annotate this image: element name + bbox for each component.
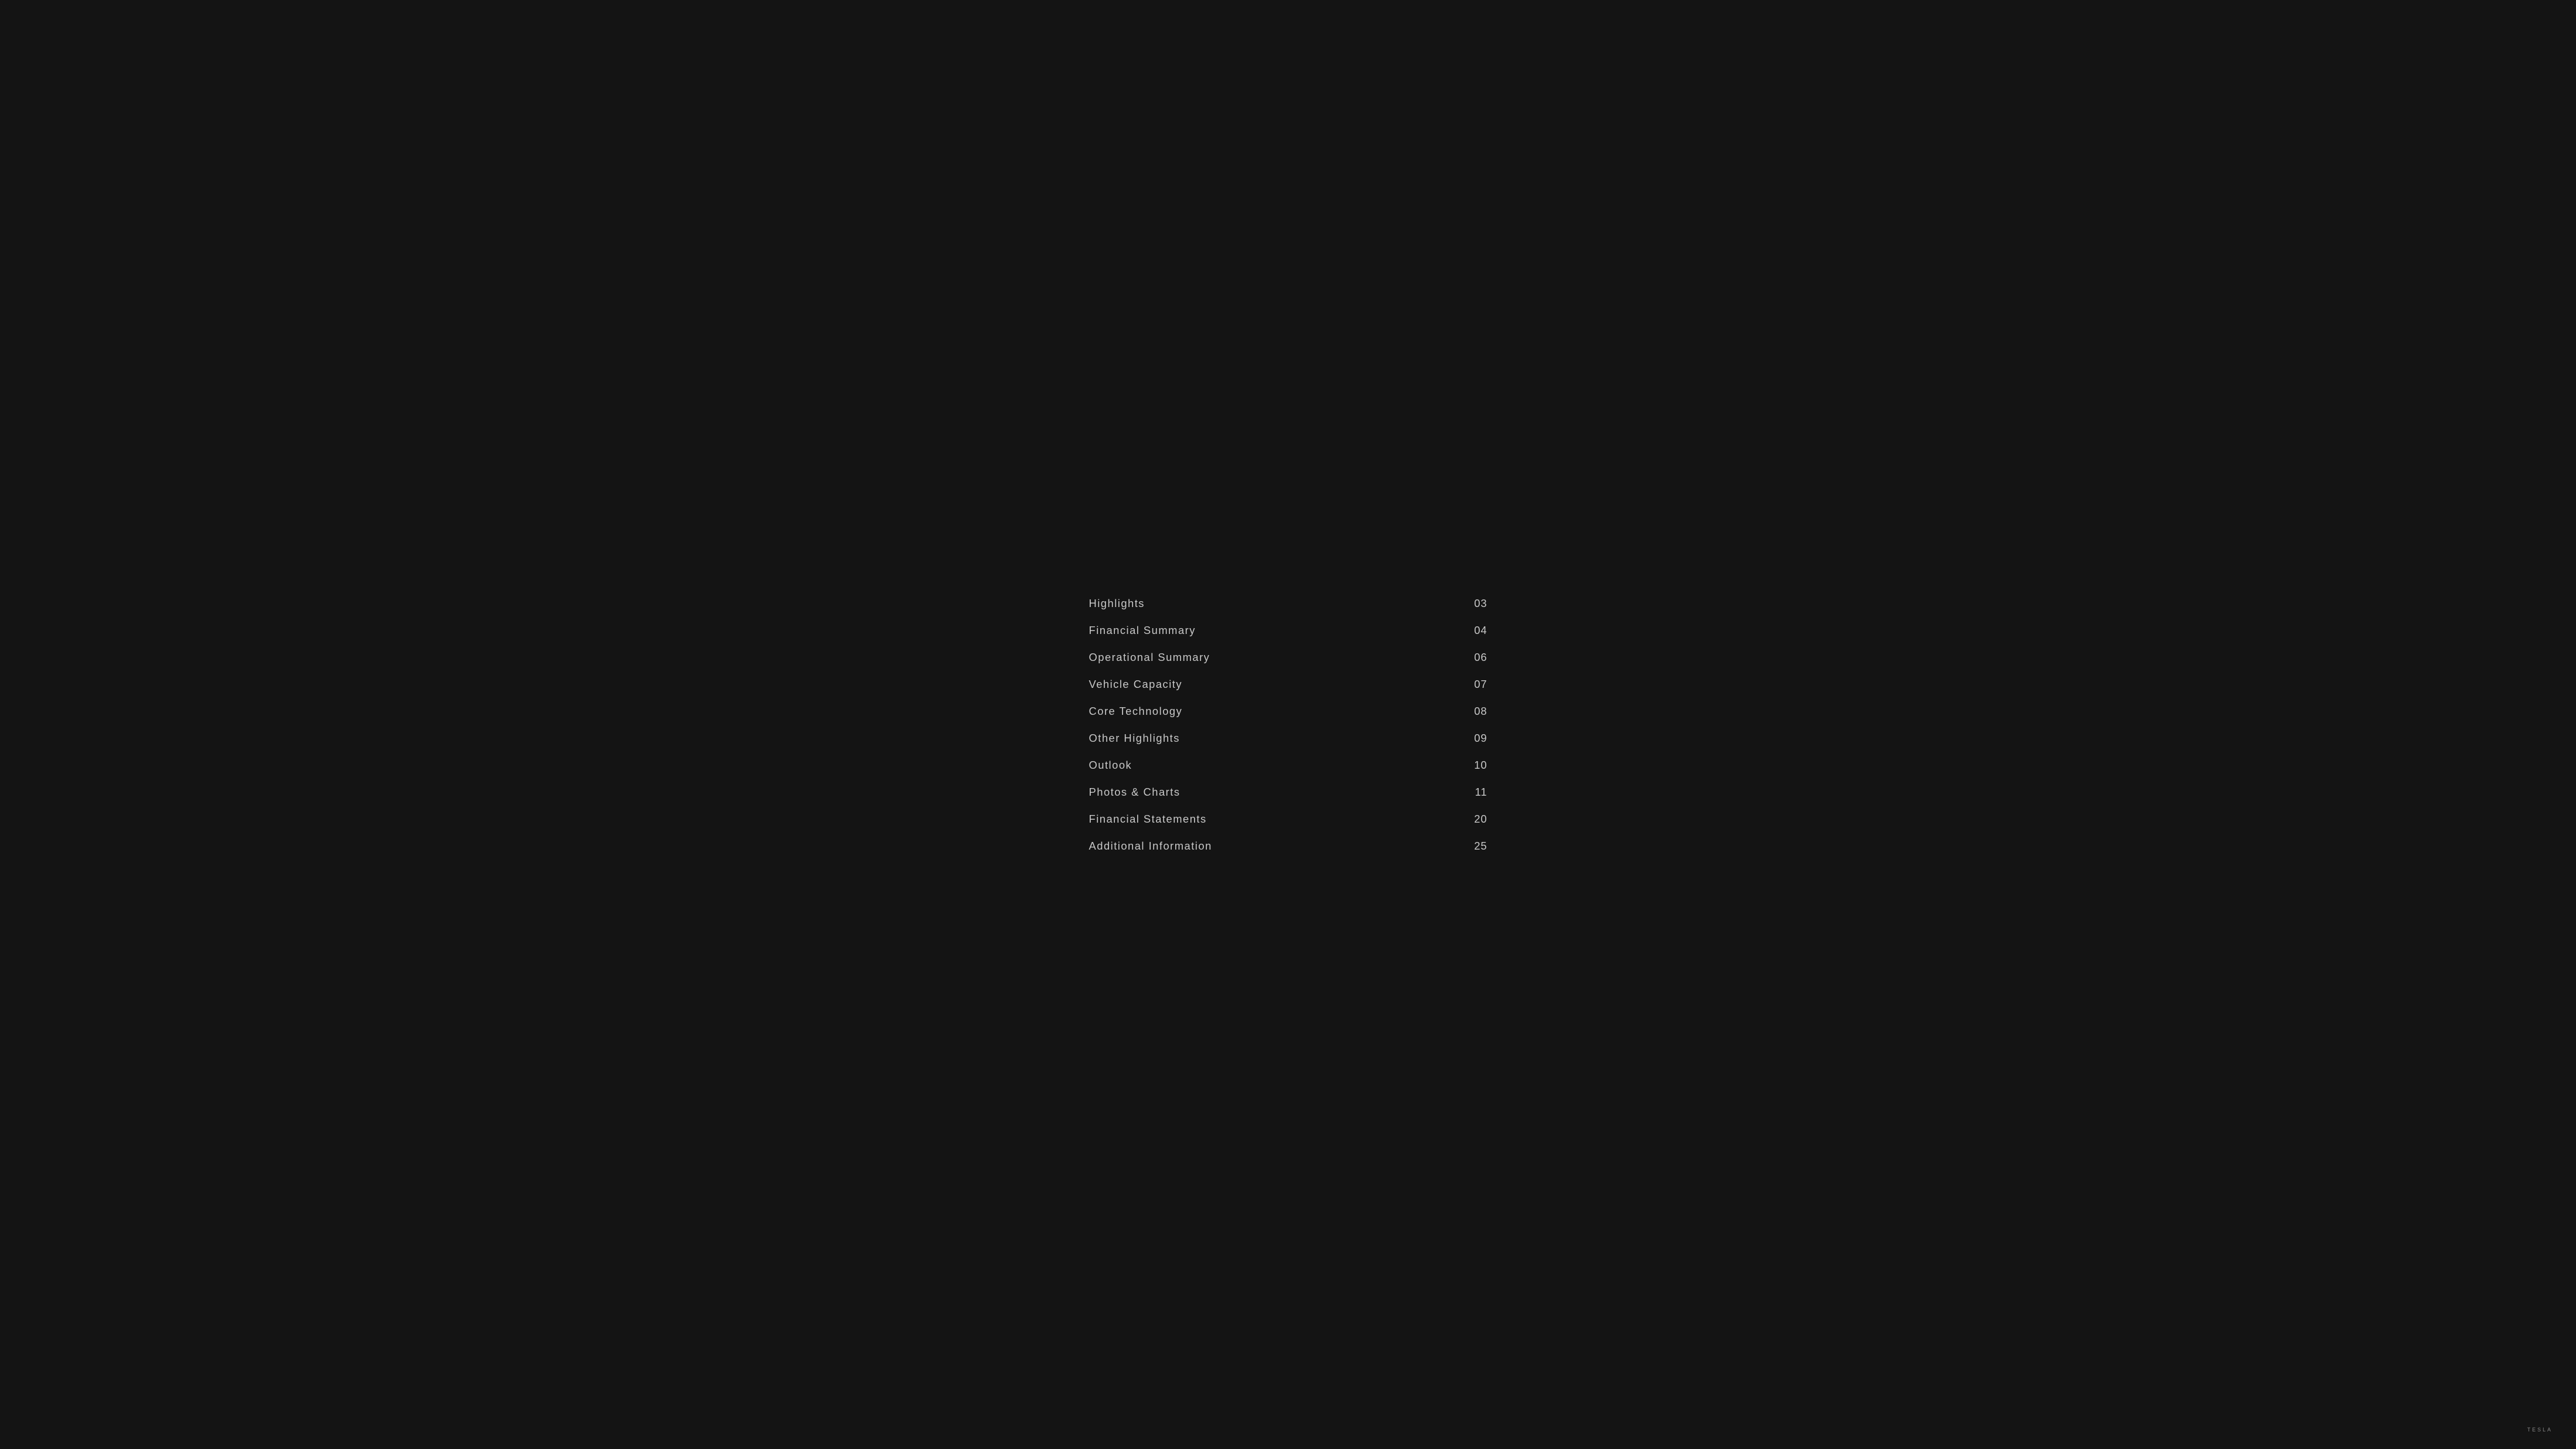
toc-row: Outlook 10 [1089, 752, 1487, 779]
toc-page-1: 04 [1474, 624, 1487, 637]
toc-row: Vehicle Capacity 07 [1089, 671, 1487, 698]
toc-table: Highlights 03 Financial Summary 04 Operation… [1089, 590, 1487, 860]
toc-label-1: Financial Summary [1089, 624, 1196, 637]
toc-row: Other Highlights 09 [1089, 725, 1487, 752]
toc-row: Additional Information 25 [1089, 833, 1487, 860]
toc-label-3: Vehicle Capacity [1089, 678, 1183, 691]
toc-row: Photos & Charts 11 [1089, 779, 1487, 806]
tesla-logo: TESLA [2527, 1427, 2553, 1433]
toc-row: Operational Summary 06 [1089, 644, 1487, 671]
toc-row: Financial Statements 20 [1089, 806, 1487, 833]
toc-page-6: 10 [1474, 759, 1487, 772]
toc-label-4: Core Technology [1089, 705, 1183, 718]
toc-page-9: 25 [1474, 840, 1487, 853]
toc-container: Highlights 03 Financial Summary 04 Operation… [1025, 555, 1552, 895]
toc-page-8: 20 [1474, 813, 1487, 826]
toc-page-7: 11 [1475, 786, 1487, 799]
toc-page-5: 09 [1474, 732, 1487, 745]
toc-row: Highlights 03 [1089, 590, 1487, 617]
toc-label-7: Photos & Charts [1089, 786, 1180, 799]
toc-page-2: 06 [1474, 651, 1487, 664]
toc-label-5: Other Highlights [1089, 732, 1180, 745]
toc-row: Financial Summary 04 [1089, 617, 1487, 644]
toc-label-6: Outlook [1089, 759, 1132, 772]
toc-page-0: 03 [1474, 597, 1487, 610]
toc-label-9: Additional Information [1089, 840, 1212, 853]
toc-page-3: 07 [1474, 678, 1487, 691]
toc-label-8: Financial Statements [1089, 813, 1207, 826]
toc-row: Core Technology 08 [1089, 698, 1487, 725]
toc-page-4: 08 [1474, 705, 1487, 718]
toc-label-2: Operational Summary [1089, 651, 1210, 664]
toc-label-0: Highlights [1089, 597, 1145, 610]
